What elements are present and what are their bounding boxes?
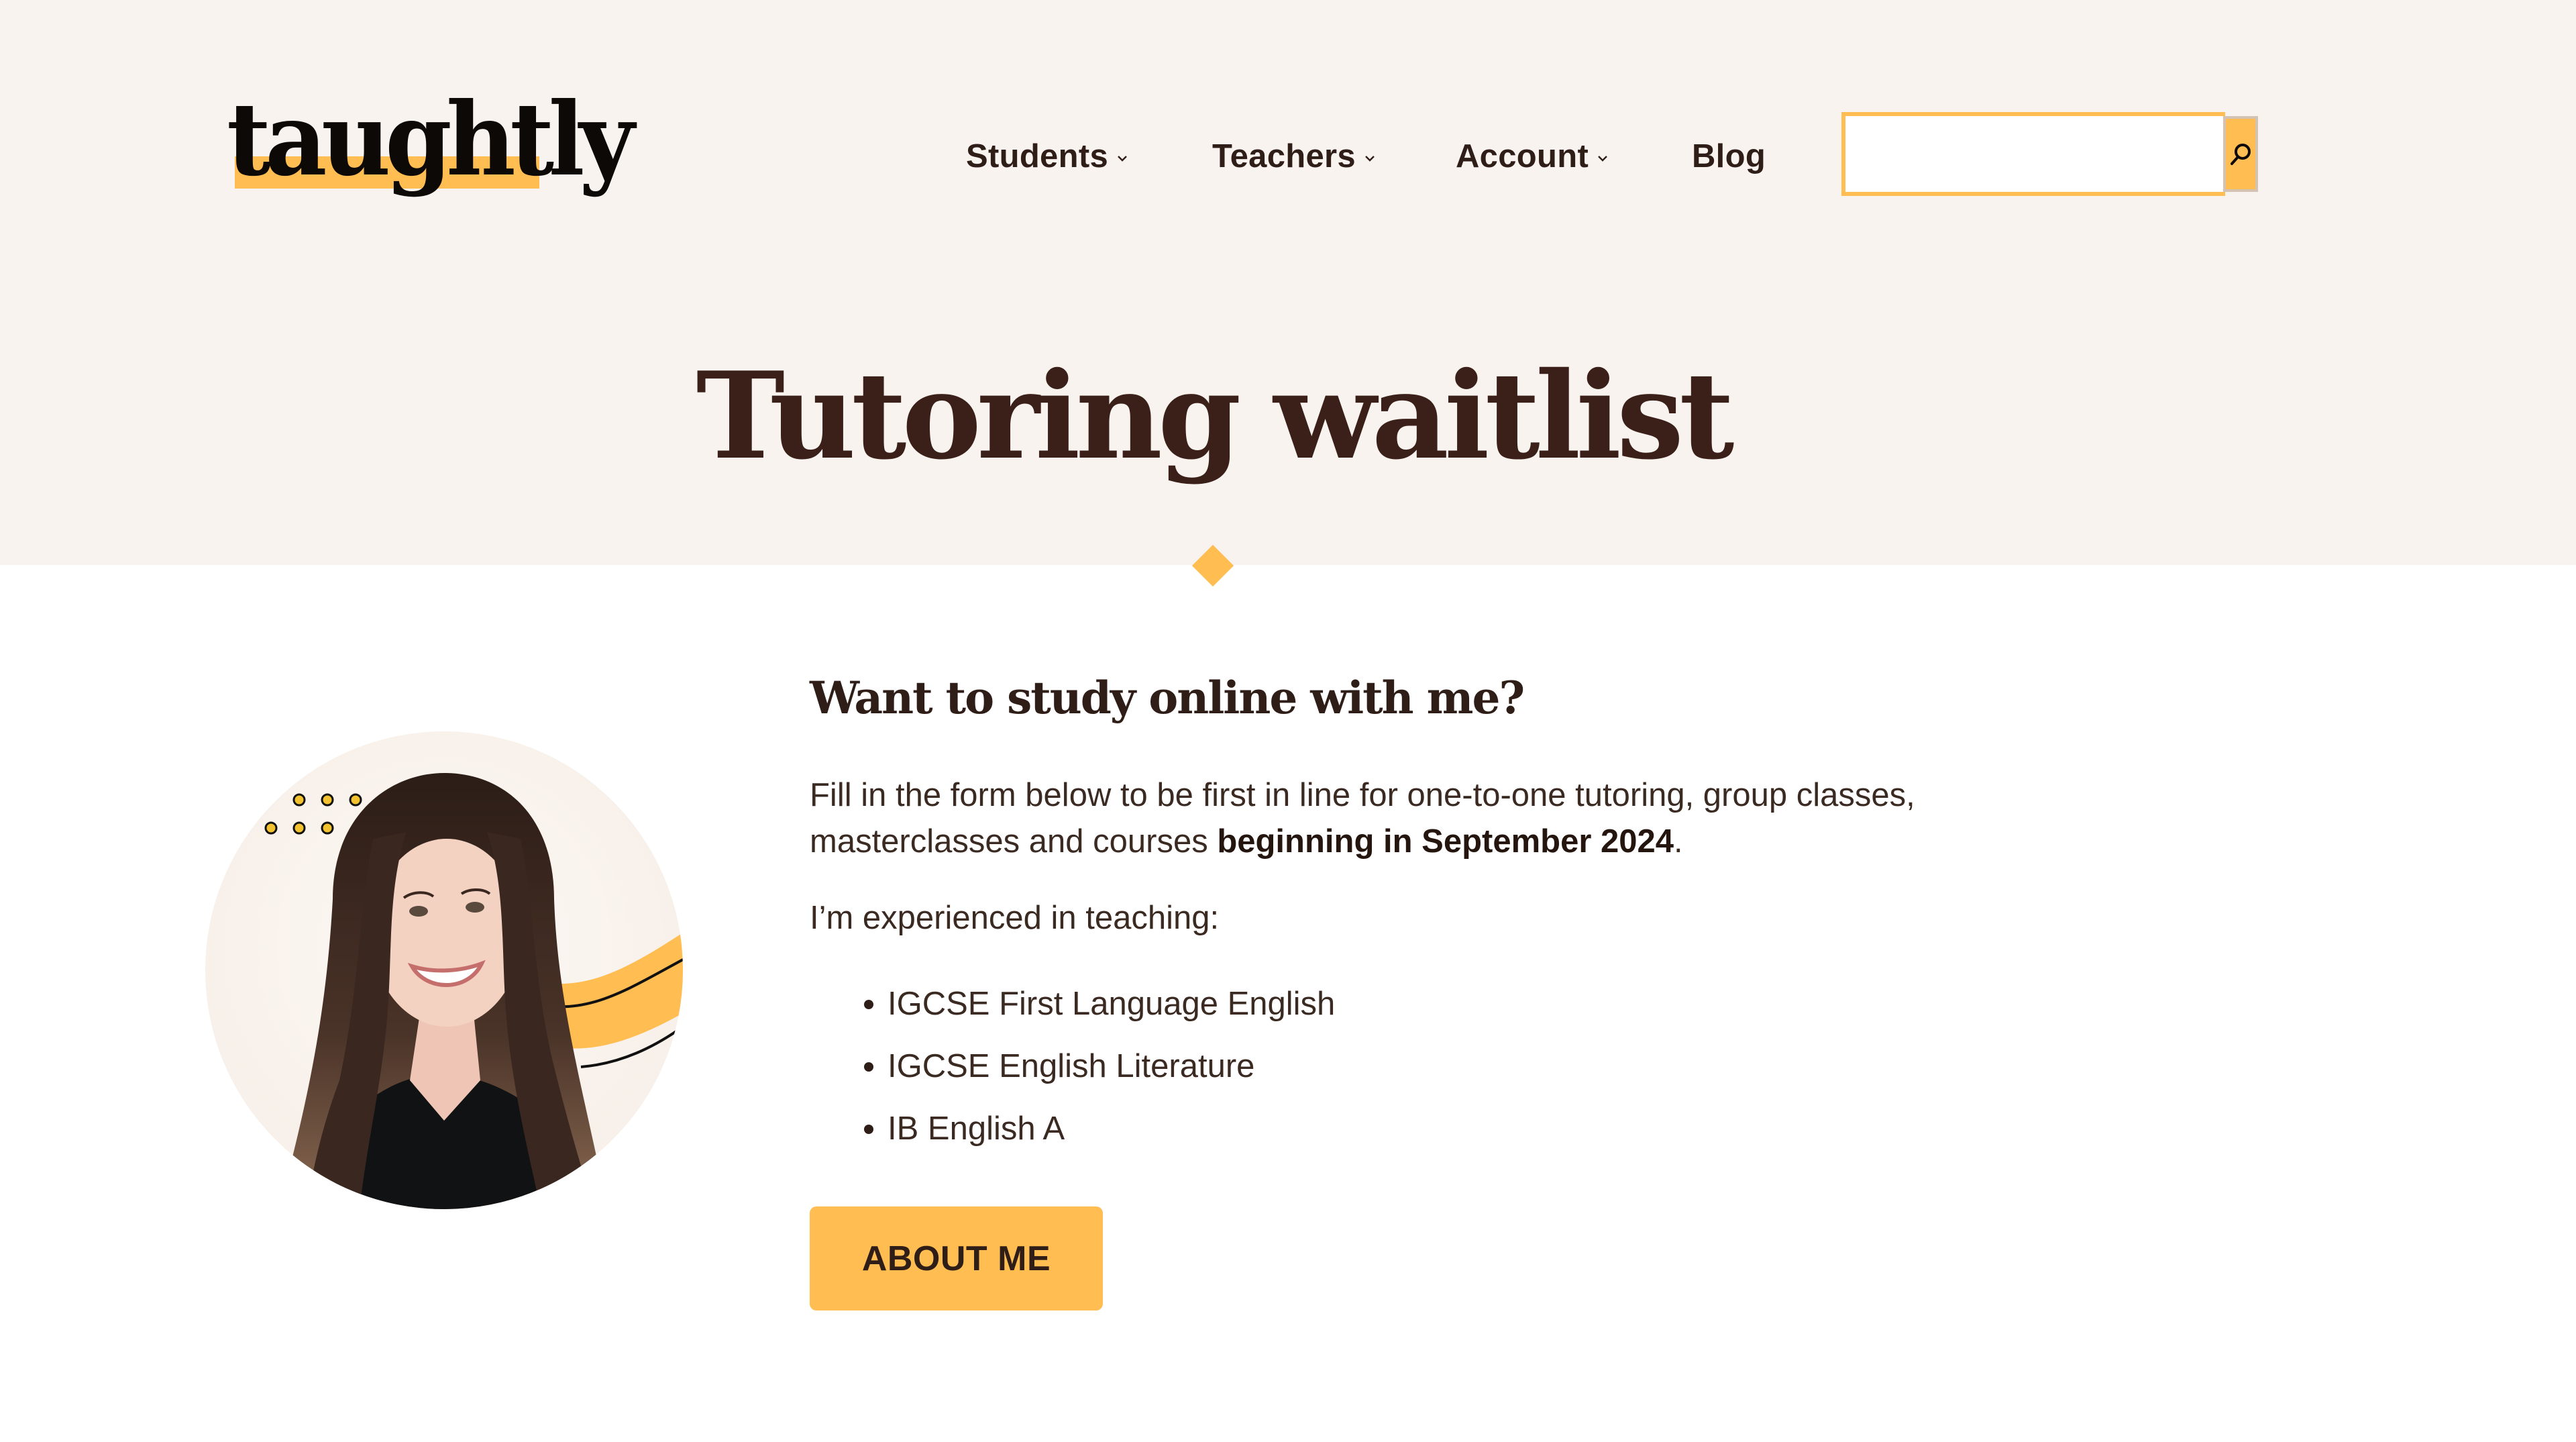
search-button[interactable] <box>2223 116 2258 192</box>
subject-label: IGCSE English Literature <box>888 1048 1255 1084</box>
list-item: IGCSE First Language English <box>857 973 1335 1035</box>
subject-label: IB English A <box>888 1111 1065 1147</box>
about-me-button[interactable]: ABOUT ME <box>810 1206 1103 1310</box>
bullet-icon <box>864 1062 873 1072</box>
intro-paragraph: Fill in the form below to be first in li… <box>810 772 1915 865</box>
list-item: IB English A <box>857 1098 1335 1160</box>
bullet-icon <box>864 1125 873 1134</box>
nav-item-account[interactable]: Account <box>1456 134 1609 178</box>
tutor-portrait-illustration <box>205 731 683 1209</box>
subject-label: IGCSE First Language English <box>888 986 1336 1022</box>
logo[interactable]: taughtly <box>227 86 635 193</box>
list-item: IGCSE English Literature <box>857 1035 1335 1098</box>
nav-item-teachers[interactable]: Teachers <box>1212 134 1376 178</box>
nav-label: Blog <box>1692 138 1766 174</box>
tutor-photo <box>205 731 683 1209</box>
chevron-down-icon <box>1598 156 1607 162</box>
intro-line-2-prefix: masterclasses and courses <box>810 823 1218 860</box>
search-input[interactable] <box>1845 116 2223 192</box>
nav-item-students[interactable]: Students <box>966 134 1128 178</box>
section-heading: Want to study online with me? <box>810 672 1525 724</box>
search-form <box>1841 112 2258 196</box>
chevron-down-icon <box>1118 156 1127 162</box>
nav-label: Account <box>1456 138 1589 174</box>
bullet-icon <box>864 1000 873 1009</box>
logo-text: taughtly <box>227 81 635 199</box>
intro-line-2-suffix: . <box>1674 823 1683 860</box>
search-icon <box>2231 143 2251 165</box>
start-date-highlight: beginning in September 2024 <box>1217 823 1674 860</box>
experience-label: I’m experienced in teaching: <box>810 900 1220 936</box>
intro-line-1: Fill in the form below to be first in li… <box>810 777 1915 813</box>
nav-label: Students <box>966 138 1109 174</box>
page-title: Tutoring waitlist <box>696 346 1735 486</box>
nav-item-blog[interactable]: Blog <box>1692 134 1766 178</box>
nav-label: Teachers <box>1212 138 1356 174</box>
chevron-down-icon <box>1365 156 1375 162</box>
subjects-list: IGCSE First Language English IGCSE Engli… <box>857 973 1335 1160</box>
